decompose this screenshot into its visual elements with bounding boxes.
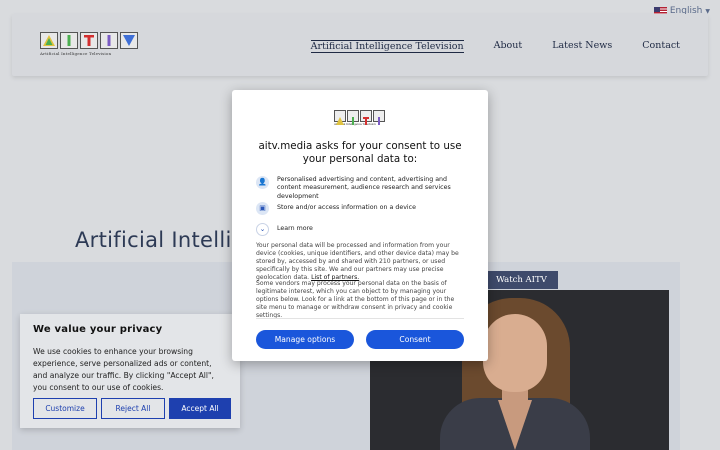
- consent-dialog-title: aitv.media asks for your consent to use …: [258, 140, 462, 165]
- manage-options-button[interactable]: Manage options: [256, 330, 354, 349]
- dialog-logo-tile-a: [334, 110, 346, 125]
- purpose-text: Personalised advertising and content, ad…: [277, 176, 451, 200]
- device-icon: ▣: [256, 202, 269, 215]
- dialog-divider: [256, 318, 464, 319]
- person-icon: 👤: [256, 176, 269, 189]
- chevron-down-icon: ⌄: [256, 223, 269, 236]
- learn-more-toggle[interactable]: ⌄ Learn more: [256, 223, 466, 236]
- purpose-text: Store and/or access information on a dev…: [277, 204, 417, 212]
- purpose-store-access: ▣ Store and/or access information on a d…: [256, 202, 466, 215]
- dialog-logo: Artificial Intelligence Television: [334, 110, 386, 130]
- dialog-logo-tile-i2: [373, 110, 385, 125]
- dialog-logo-tile-i1: [347, 110, 359, 125]
- purpose-personalised-ads: 👤 Personalised advertising and content, …: [256, 176, 466, 201]
- consent-button[interactable]: Consent: [366, 330, 464, 349]
- consent-paragraph-1: Your personal data will be processed and…: [256, 242, 466, 282]
- consent-dialog: Artificial Intelligence Television aitv.…: [232, 90, 488, 361]
- consent-paragraph-2: Some vendors may process your personal d…: [256, 280, 455, 320]
- learn-more-label: Learn more: [277, 225, 313, 233]
- dialog-logo-tiles: [334, 110, 386, 125]
- dialog-logo-tile-t: [360, 110, 372, 125]
